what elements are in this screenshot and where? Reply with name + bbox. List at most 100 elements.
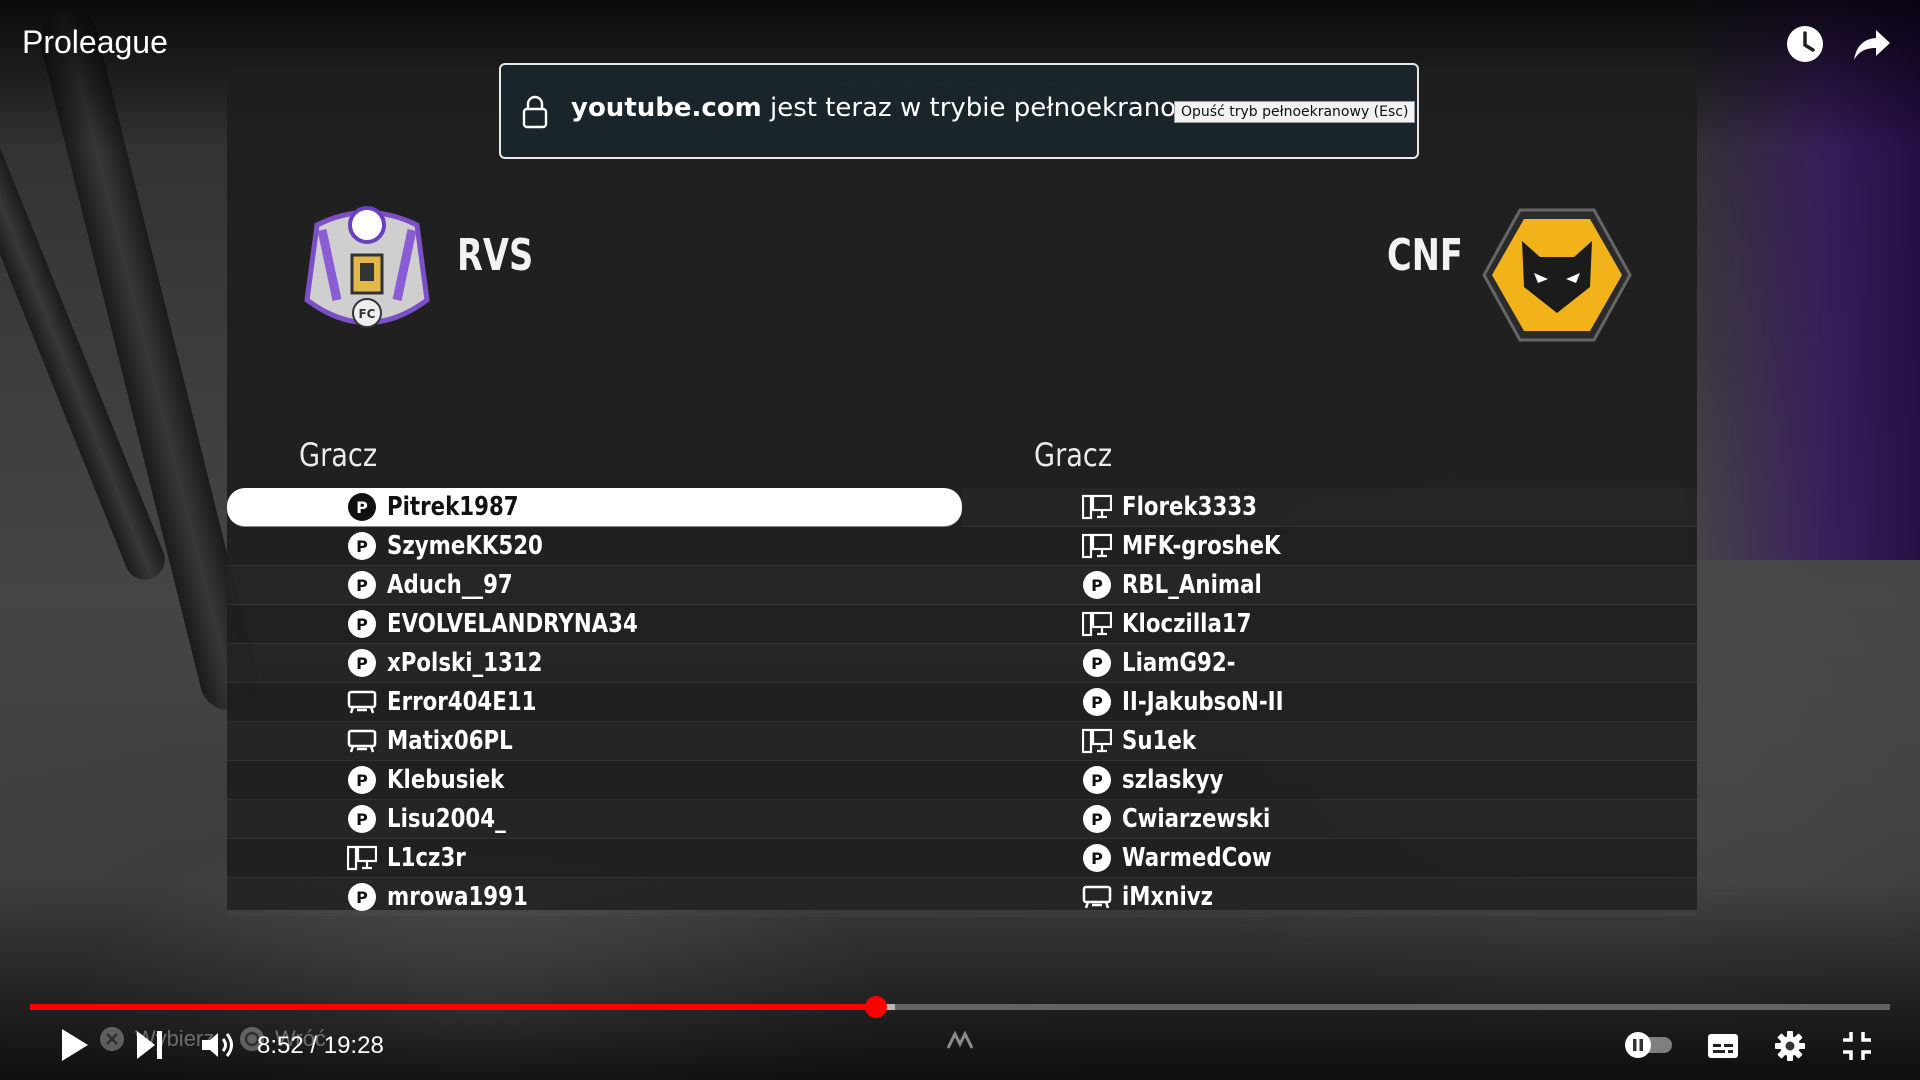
player-row[interactable]: P LiamG92- bbox=[962, 644, 1697, 683]
player-row[interactable]: MFK-grosheK bbox=[962, 527, 1697, 566]
player-name: mrowa1991 bbox=[387, 882, 528, 912]
player-row[interactable]: P RBL_Animal bbox=[962, 566, 1697, 605]
player-name: WarmedCow bbox=[1122, 843, 1272, 873]
platform-icon: P bbox=[347, 531, 377, 561]
platform-icon: P bbox=[1082, 843, 1112, 873]
platform-icon: P bbox=[347, 570, 377, 600]
pc-icon bbox=[1082, 611, 1112, 637]
away-player-list: Florek3333 MFK-grosheK P RBL_Animal Kloczill… bbox=[962, 488, 1697, 917]
player-name: xPolski_1312 bbox=[387, 648, 543, 678]
game-hint-select: Wybierz bbox=[135, 1026, 215, 1051]
player-row[interactable]: Error404E11 bbox=[227, 683, 962, 722]
player-row[interactable]: P WarmedCow bbox=[962, 839, 1697, 878]
current-time: 8:52 bbox=[257, 1032, 304, 1059]
player-row[interactable]: L1cz3r bbox=[227, 839, 962, 878]
lock-icon bbox=[522, 95, 548, 129]
player-name: szlaskyy bbox=[1122, 765, 1224, 795]
video-title[interactable]: Proleague bbox=[22, 24, 168, 61]
cnf-crest-icon bbox=[1482, 208, 1632, 342]
player-name: Pitrek1987 bbox=[387, 492, 519, 522]
pc-icon bbox=[1082, 728, 1112, 754]
settings-icon[interactable] bbox=[1774, 1030, 1806, 1062]
pc-icon bbox=[1082, 494, 1112, 520]
player-name: Florek3333 bbox=[1122, 492, 1258, 522]
player-row[interactable]: Pmrowa1991 bbox=[227, 878, 962, 917]
autoplay-toggle-icon[interactable] bbox=[1622, 1030, 1676, 1060]
platform-icon bbox=[1082, 531, 1112, 561]
player-row[interactable]: P Cwiarzewski bbox=[962, 800, 1697, 839]
player-name: Error404E11 bbox=[387, 687, 537, 717]
game-hint-x-icon bbox=[100, 1027, 124, 1051]
subtitles-icon[interactable] bbox=[1706, 1032, 1740, 1060]
platform-icon bbox=[347, 687, 377, 717]
platform-icon: P bbox=[1082, 687, 1112, 717]
playstation-icon: P bbox=[1083, 649, 1111, 677]
progress-bar[interactable] bbox=[30, 996, 1890, 1018]
player-row[interactable]: Su1ek bbox=[962, 722, 1697, 761]
exit-fullscreen-icon[interactable] bbox=[1841, 1030, 1873, 1062]
player-name: L1cz3r bbox=[387, 843, 466, 873]
platform-icon: P bbox=[1082, 648, 1112, 678]
lineup-panel: ZAWODNICY FC RVS CNF Gracz Gracz PPitrek… bbox=[227, 70, 1697, 917]
game-overlay-mark-icon bbox=[946, 1030, 974, 1049]
fullscreen-message: youtube.com jest teraz w trybie pełnoekr… bbox=[571, 93, 1238, 123]
platform-icon: P bbox=[1082, 570, 1112, 600]
player-row[interactable]: PxPolski_1312 bbox=[227, 644, 962, 683]
home-team-name: RVS bbox=[457, 230, 534, 281]
playstation-icon: P bbox=[348, 571, 376, 599]
player-row[interactable]: P Pitrek1987 bbox=[227, 488, 962, 527]
player-name: MFK-grosheK bbox=[1122, 531, 1281, 561]
platform-icon: P bbox=[347, 882, 377, 912]
player-row[interactable]: P Lisu2004_ bbox=[227, 800, 962, 839]
share-icon[interactable] bbox=[1852, 28, 1892, 62]
fullscreen-message-text: jest teraz w trybie pełnoekranowym bbox=[761, 93, 1239, 123]
fullscreen-notice: youtube.com jest teraz w trybie pełnoekr… bbox=[499, 63, 1419, 159]
player-name: Cwiarzewski bbox=[1122, 804, 1271, 834]
player-row[interactable]: Pszlaskyy bbox=[962, 761, 1697, 800]
playstation-icon: P bbox=[348, 883, 376, 911]
playstation-icon: P bbox=[1083, 571, 1111, 599]
console-icon bbox=[1082, 885, 1112, 909]
pc-icon bbox=[1082, 533, 1112, 559]
platform-icon bbox=[347, 726, 377, 756]
svg-text:FC: FC bbox=[358, 307, 375, 321]
player-name: Klebusiek bbox=[387, 765, 505, 795]
platform-icon bbox=[1082, 492, 1112, 522]
rvs-crest-icon: FC bbox=[304, 206, 430, 328]
playstation-icon: P bbox=[348, 649, 376, 677]
player-row[interactable]: P II-JakubsoN-II bbox=[962, 683, 1697, 722]
platform-icon bbox=[1082, 882, 1112, 912]
player-name: SzymeKK520 bbox=[387, 531, 543, 561]
platform-icon: P bbox=[347, 804, 377, 834]
playstation-icon: P bbox=[1083, 805, 1111, 833]
platform-icon bbox=[347, 843, 377, 873]
playstation-icon: P bbox=[348, 493, 376, 521]
platform-icon: P bbox=[1082, 765, 1112, 795]
player-row[interactable]: P Klebusiek bbox=[227, 761, 962, 800]
console-icon bbox=[347, 729, 377, 753]
away-column-header: Gracz bbox=[1034, 436, 1113, 474]
pc-icon bbox=[347, 845, 377, 871]
platform-icon: P bbox=[347, 648, 377, 678]
playstation-icon: P bbox=[348, 805, 376, 833]
platform-icon: P bbox=[347, 492, 377, 522]
player-row[interactable]: P SzymeKK520 bbox=[227, 527, 962, 566]
away-team-name: CNF bbox=[1387, 230, 1463, 281]
player-row[interactable]: Kloczilla17 bbox=[962, 605, 1697, 644]
player-row[interactable]: Matix06PL bbox=[227, 722, 962, 761]
watch-later-icon[interactable] bbox=[1785, 24, 1825, 64]
player-name: EVOLVELANDRYNA34 bbox=[387, 609, 638, 639]
player-row[interactable]: P Aduch__97 bbox=[227, 566, 962, 605]
play-icon[interactable] bbox=[60, 1025, 90, 1065]
exit-fullscreen-button[interactable]: Opuść tryb pełnoekranowy (Esc) bbox=[1174, 101, 1416, 123]
player-name: Matix06PL bbox=[387, 726, 513, 756]
player-row[interactable]: Florek3333 bbox=[962, 488, 1697, 527]
platform-icon bbox=[1082, 609, 1112, 639]
duration: 19:28 bbox=[323, 1032, 384, 1059]
playstation-icon: P bbox=[348, 532, 376, 560]
player-name: LiamG92- bbox=[1122, 648, 1236, 678]
player-name: iMxnivz bbox=[1122, 882, 1214, 912]
player-row[interactable]: iMxnivz bbox=[962, 878, 1697, 917]
player-name: Su1ek bbox=[1122, 726, 1197, 756]
player-row[interactable]: P EVOLVELANDRYNA34 bbox=[227, 605, 962, 644]
